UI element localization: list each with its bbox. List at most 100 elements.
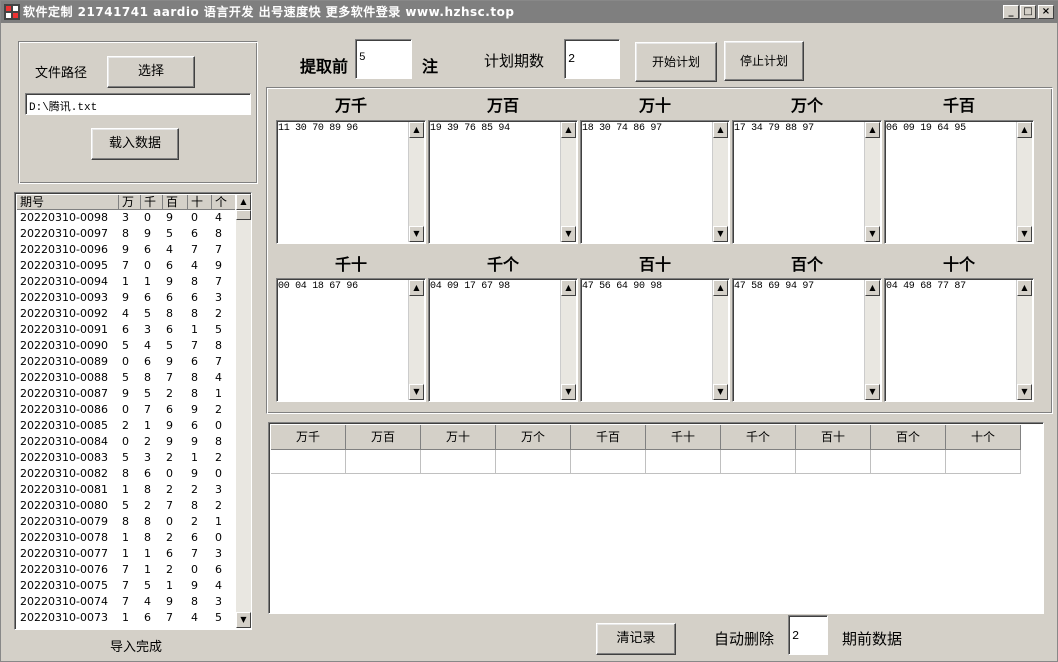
result-column-header[interactable]: 百十 [796,425,871,450]
scroll-thumb[interactable] [236,210,251,220]
table-row[interactable]: 20220310-0082 8 6 0 9 0 [17,466,236,482]
memo-scrollbar[interactable]: ▲ ▼ [408,122,424,242]
header-period[interactable]: 期号 [17,195,119,210]
scroll-up-icon[interactable]: ▲ [409,280,424,296]
table-row[interactable]: 20220310-0079 8 8 0 2 1 [17,514,236,530]
table-row[interactable]: 20220310-0098 3 0 9 0 4 [17,210,236,226]
scroll-down-icon[interactable]: ▼ [713,226,728,242]
result-cell[interactable] [871,450,946,474]
memo-scrollbar[interactable]: ▲ ▼ [560,280,576,400]
table-row[interactable]: 20220310-0080 5 2 7 8 2 [17,498,236,514]
memo-scrollbar[interactable]: ▲ ▼ [864,122,880,242]
result-cell[interactable] [646,450,721,474]
result-column-header[interactable]: 万个 [496,425,571,450]
scroll-up-icon[interactable]: ▲ [713,122,728,138]
result-column-header[interactable]: 千个 [721,425,796,450]
result-column-header[interactable]: 千十 [646,425,721,450]
table-row[interactable]: 20220310-0092 4 5 8 8 2 [17,306,236,322]
load-data-button[interactable]: 载入数据 [91,128,179,160]
result-column-header[interactable]: 百个 [871,425,946,450]
table-row[interactable]: 20220310-0083 5 3 2 1 2 [17,450,236,466]
memo-scrollbar[interactable]: ▲ ▼ [712,280,728,400]
memo-scrollbar[interactable]: ▲ ▼ [864,280,880,400]
header-shi[interactable]: 十 [188,195,212,210]
table-row[interactable]: 20220310-0074 7 4 9 8 3 [17,594,236,610]
results-grid[interactable]: 万千 万百 万十 万个 千百 千十 千个 百十 百个 十个 [268,422,1044,614]
scroll-down-icon[interactable]: ▼ [1017,384,1032,400]
position-numbers-box[interactable]: 06 09 19 64 95 ▲ ▼ [884,120,1034,244]
scroll-up-icon[interactable]: ▲ [865,280,880,296]
position-numbers-box[interactable]: 47 58 69 94 97 ▲ ▼ [732,278,882,402]
auto-delete-input[interactable]: 2 [788,615,828,655]
table-row[interactable]: 20220310-0094 1 1 9 8 7 [17,274,236,290]
position-numbers-box[interactable]: 00 04 18 67 96 ▲ ▼ [276,278,426,402]
result-cell[interactable] [721,450,796,474]
table-row[interactable]: 20220310-0088 5 8 7 8 4 [17,370,236,386]
title-bar[interactable]: 软件定制 21741741 aardio 语言开发 出号速度快 更多软件登录 w… [1,1,1058,23]
table-row[interactable]: 20220310-0078 1 8 2 6 0 [17,530,236,546]
position-numbers-box[interactable]: 04 49 68 77 87 ▲ ▼ [884,278,1034,402]
table-row[interactable]: 20220310-0091 6 3 6 1 5 [17,322,236,338]
table-row[interactable]: 20220310-0073 1 6 7 4 5 [17,610,236,626]
scroll-down-icon[interactable]: ▼ [409,384,424,400]
scroll-down-icon[interactable]: ▼ [561,226,576,242]
start-plan-button[interactable]: 开始计划 [635,42,717,82]
result-column-header[interactable]: 万百 [346,425,421,450]
scroll-up-icon[interactable]: ▲ [561,122,576,138]
header-qian[interactable]: 千 [141,195,163,210]
table-row[interactable]: 20220310-0093 9 6 6 6 3 [17,290,236,306]
results-row[interactable] [271,450,1021,474]
table-row[interactable]: 20220310-0076 7 1 2 0 6 [17,562,236,578]
scroll-up-icon[interactable]: ▲ [409,122,424,138]
position-numbers-box[interactable]: 11 30 70 89 96 ▲ ▼ [276,120,426,244]
table-row[interactable]: 20220310-0087 9 5 2 8 1 [17,386,236,402]
clear-records-button[interactable]: 清记录 [596,623,676,655]
position-numbers-box[interactable]: 19 39 76 85 94 ▲ ▼ [428,120,578,244]
scroll-up-icon[interactable]: ▲ [1017,280,1032,296]
header-ge[interactable]: 个 [212,195,236,210]
position-numbers-box[interactable]: 17 34 79 88 97 ▲ ▼ [732,120,882,244]
result-cell[interactable] [796,450,871,474]
scroll-down-icon[interactable]: ▼ [561,384,576,400]
memo-scrollbar[interactable]: ▲ ▼ [1016,122,1032,242]
scroll-up-icon[interactable]: ▲ [236,194,251,210]
memo-scrollbar[interactable]: ▲ ▼ [560,122,576,242]
result-cell[interactable] [571,450,646,474]
maximize-icon[interactable]: □ [1020,5,1036,19]
table-row[interactable]: 20220310-0096 9 6 4 7 7 [17,242,236,258]
result-cell[interactable] [346,450,421,474]
scroll-up-icon[interactable]: ▲ [1017,122,1032,138]
result-column-header[interactable]: 千百 [571,425,646,450]
table-row[interactable]: 20220310-0090 5 4 5 7 8 [17,338,236,354]
history-list[interactable]: 期号 万 千 百 十 个 20220310-0098 3 0 9 0 4 20220310-… [14,192,252,630]
history-scrollbar[interactable]: ▲ ▼ [235,194,251,628]
header-bai[interactable]: 百 [163,195,188,210]
scroll-up-icon[interactable]: ▲ [865,122,880,138]
scroll-up-icon[interactable]: ▲ [561,280,576,296]
scroll-down-icon[interactable]: ▼ [865,226,880,242]
scroll-down-icon[interactable]: ▼ [865,384,880,400]
select-file-button[interactable]: 选择 [107,56,195,88]
table-row[interactable]: 20220310-0077 1 1 6 7 3 [17,546,236,562]
result-column-header[interactable]: 十个 [946,425,1021,450]
result-column-header[interactable]: 万千 [271,425,346,450]
scroll-down-icon[interactable]: ▼ [409,226,424,242]
plan-periods-input[interactable]: 2 [564,39,620,79]
memo-scrollbar[interactable]: ▲ ▼ [408,280,424,400]
result-cell[interactable] [946,450,1021,474]
table-row[interactable]: 20220310-0075 7 5 1 9 4 [17,578,236,594]
result-column-header[interactable]: 万十 [421,425,496,450]
result-cell[interactable] [496,450,571,474]
file-path-input[interactable]: D:\腾讯.txt [25,93,251,115]
scroll-down-icon[interactable]: ▼ [236,612,251,628]
table-row[interactable]: 20220310-0095 7 0 6 4 9 [17,258,236,274]
memo-scrollbar[interactable]: ▲ ▼ [1016,280,1032,400]
scroll-up-icon[interactable]: ▲ [713,280,728,296]
memo-scrollbar[interactable]: ▲ ▼ [712,122,728,242]
stop-plan-button[interactable]: 停止计划 [724,41,804,81]
result-cell[interactable] [421,450,496,474]
table-row[interactable]: 20220310-0086 0 7 6 9 2 [17,402,236,418]
position-numbers-box[interactable]: 04 09 17 67 98 ▲ ▼ [428,278,578,402]
table-row[interactable]: 20220310-0085 2 1 9 6 0 [17,418,236,434]
take-front-input[interactable]: 5 [355,39,412,79]
